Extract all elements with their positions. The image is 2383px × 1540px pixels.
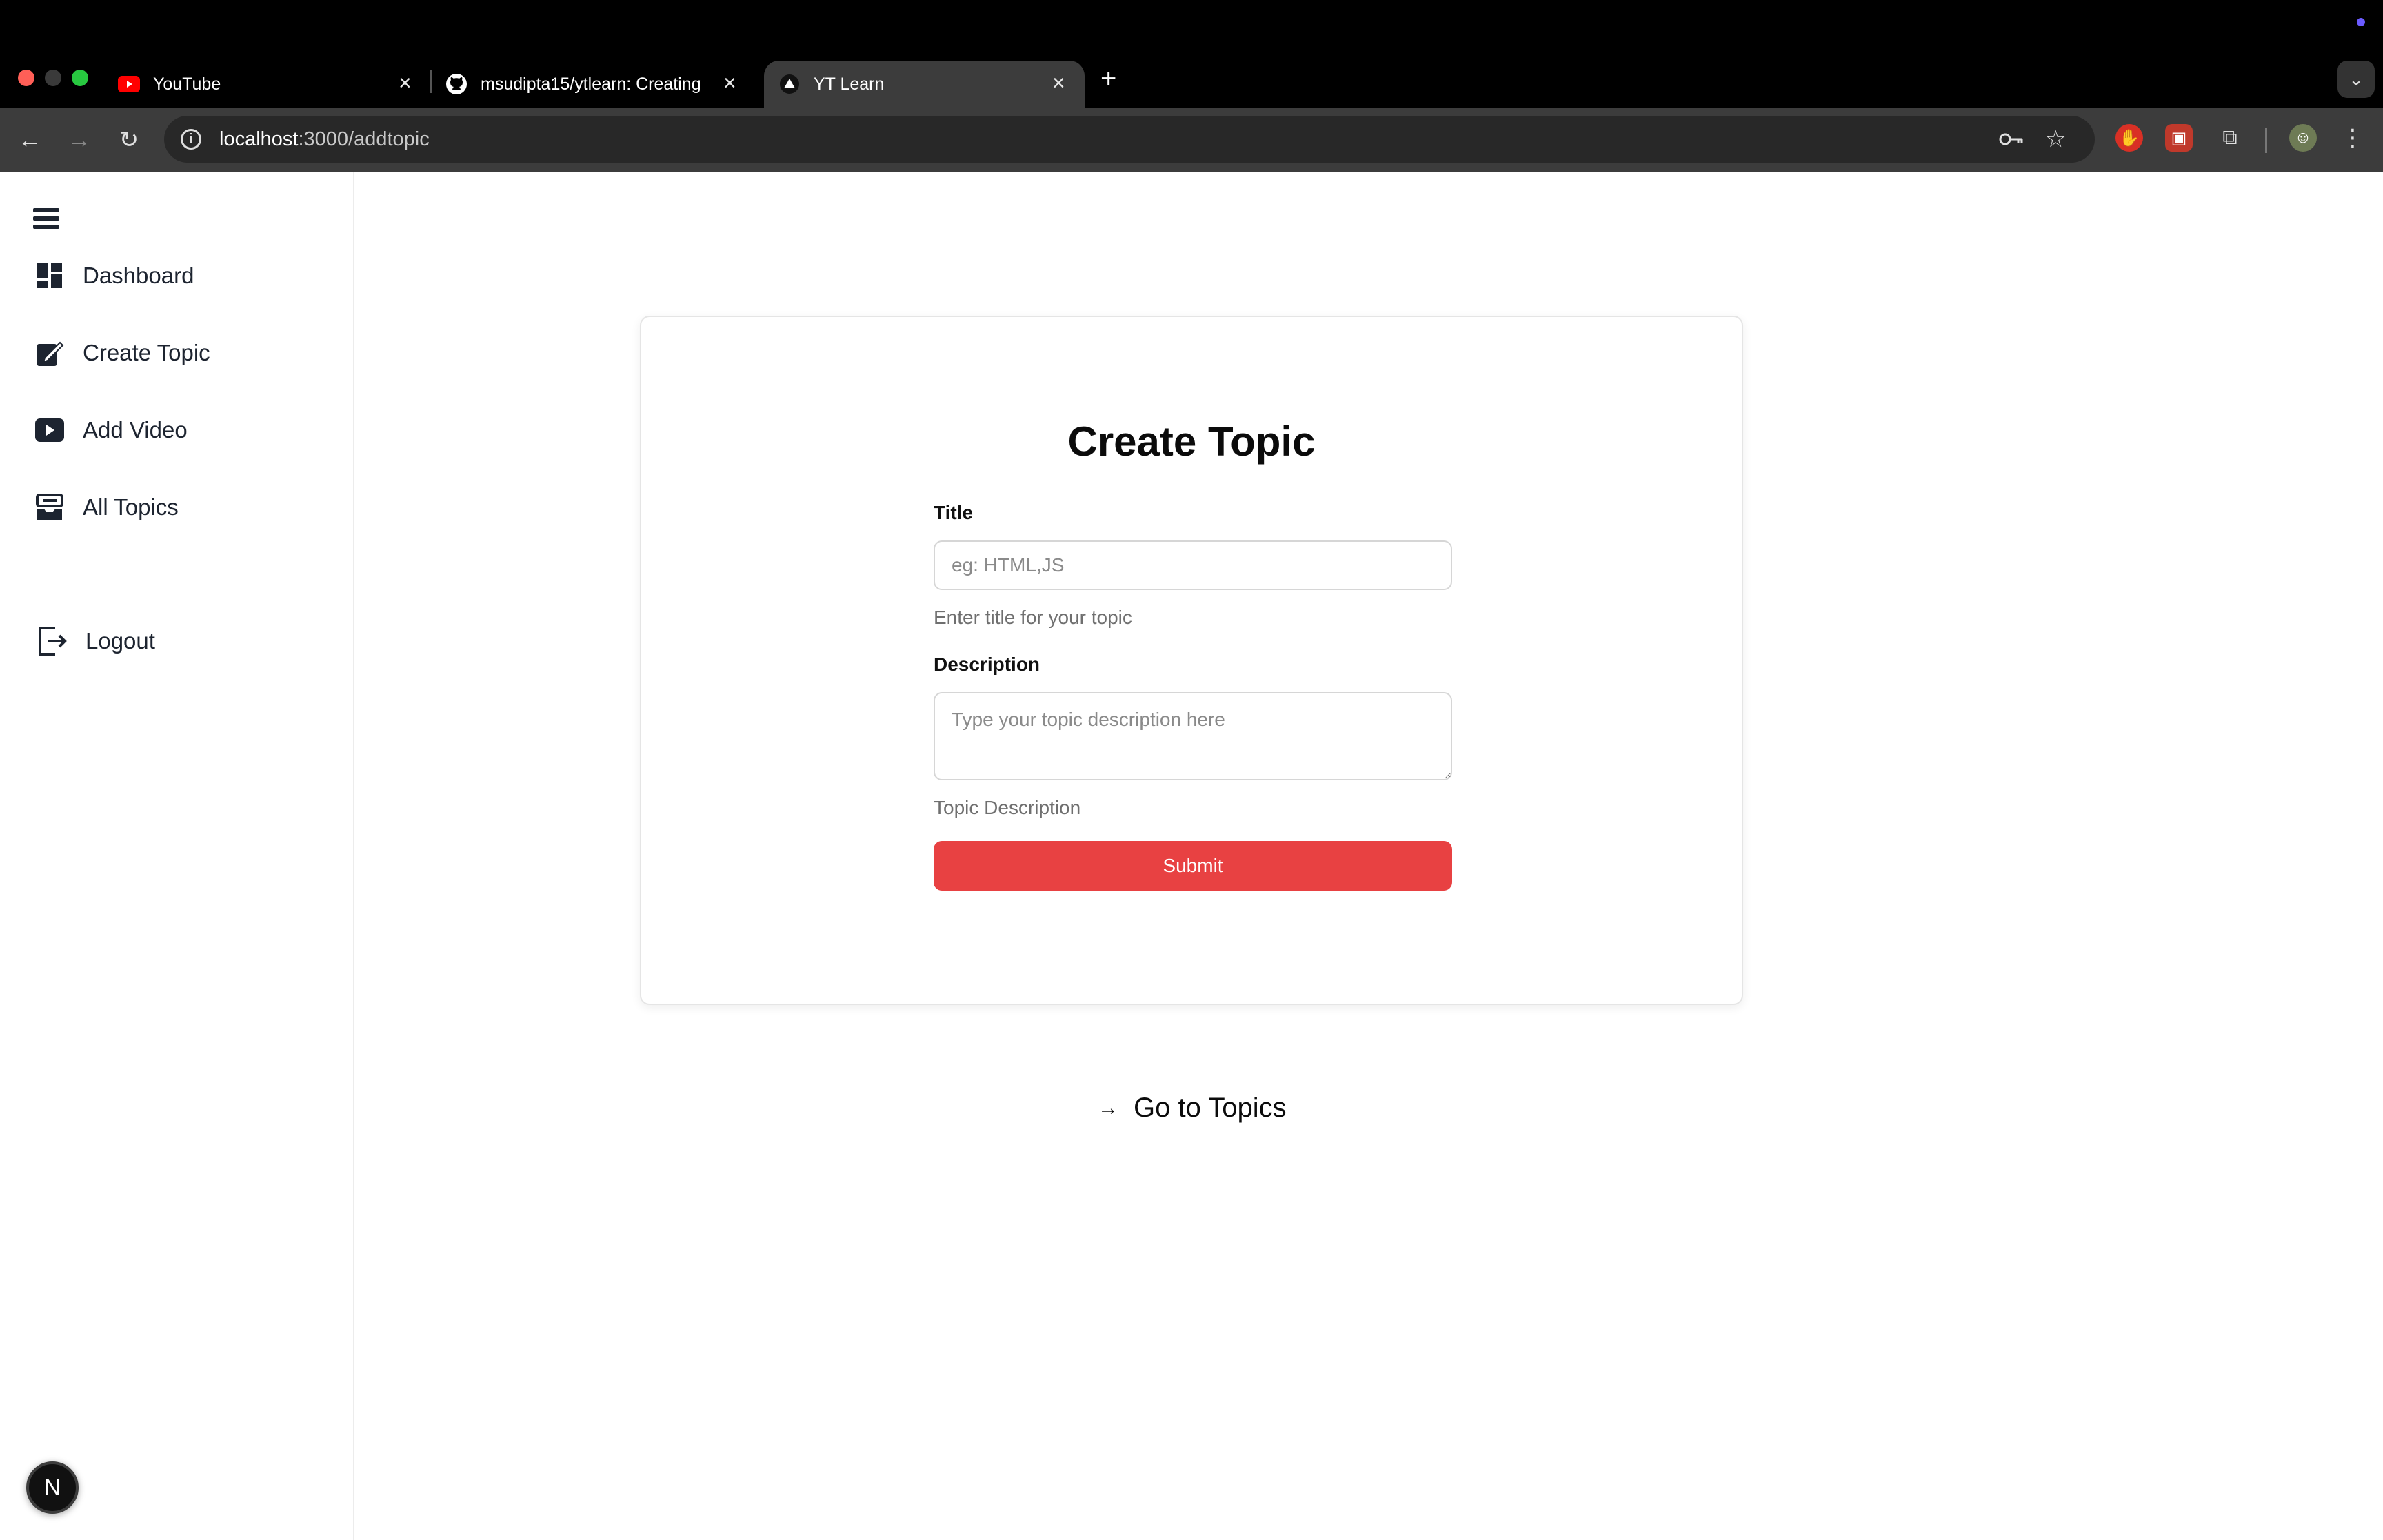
url-text[interactable]: localhost:3000/addtopic [219, 128, 430, 151]
sidebar-item-label: Dashboard [83, 263, 194, 288]
github-icon [445, 72, 468, 96]
tab-youtube[interactable]: YouTube × [117, 61, 421, 108]
arrow-right-icon: → [1098, 1096, 1118, 1119]
description-hint: Topic Description [934, 797, 1081, 818]
site-info-icon[interactable]: i [181, 129, 201, 150]
sidebar-item-label: Add Video [83, 417, 188, 443]
puzzle-icon[interactable]: ⧉ [2216, 124, 2244, 152]
tab-github[interactable]: msudipta15/ytlearn: Creating × [445, 61, 741, 108]
next-dev-badge[interactable]: N [26, 1461, 79, 1514]
sidebar-item-add-video[interactable]: Add Video [34, 415, 188, 445]
extension-image-icon[interactable]: ▣ [2165, 124, 2193, 152]
browser-titlebar: YouTube × msudipta15/ytlearn: Creating ×… [0, 0, 2383, 108]
submit-button[interactable]: Submit [934, 841, 1452, 891]
page-title: Create Topic [1067, 418, 1316, 465]
page: Dashboard Create Topic Add Video All Top… [0, 172, 2383, 1540]
toolbar-divider [2265, 128, 2267, 153]
triangle-icon [778, 72, 801, 96]
address-bar[interactable]: i localhost:3000/addtopic ☆ [164, 116, 2095, 163]
hamburger-menu-icon[interactable] [33, 208, 59, 229]
sidebar-item-all-topics[interactable]: All Topics [34, 492, 179, 523]
dashboard-icon [34, 261, 65, 291]
key-icon[interactable] [1998, 129, 2024, 154]
new-tab-icon[interactable]: + [1100, 63, 1116, 94]
reload-icon[interactable]: ↻ [113, 124, 145, 156]
window-minimize-button[interactable] [45, 70, 61, 86]
description-label: Description [934, 654, 1040, 675]
extension-red-icon[interactable]: ✋ [2115, 124, 2143, 152]
create-topic-card: Create Topic Title Enter title for your … [640, 316, 1743, 1005]
video-icon [34, 415, 65, 445]
sidebar-item-logout[interactable]: Logout [37, 626, 155, 656]
tab-close-icon[interactable]: × [399, 70, 412, 96]
go-to-topics-label: Go to Topics [1134, 1093, 1287, 1123]
forward-arrow-icon[interactable]: → [63, 124, 95, 156]
tab-separator [430, 70, 432, 93]
tab-yt-learn[interactable]: YT Learn × [764, 61, 1085, 108]
chevron-down-icon[interactable]: ⌄ [2337, 61, 2375, 98]
edit-icon [34, 338, 65, 368]
sidebar-item-label: Create Topic [83, 340, 210, 365]
sidebar: Dashboard Create Topic Add Video All Top… [0, 172, 354, 1540]
window-close-button[interactable] [18, 70, 34, 86]
go-to-topics-link[interactable]: → Go to Topics [1098, 1093, 1287, 1124]
back-arrow-icon[interactable]: ← [14, 124, 46, 156]
sidebar-item-label: All Topics [83, 494, 179, 520]
tab-title: YouTube [153, 74, 221, 94]
more-menu-icon[interactable]: ⋮ [2339, 124, 2366, 152]
sidebar-item-create-topic[interactable]: Create Topic [34, 338, 210, 368]
browser-toolbar: ← → ↻ i localhost:3000/addtopic ☆ ✋ ▣ ⧉ … [0, 108, 2383, 172]
sidebar-item-dashboard[interactable]: Dashboard [34, 261, 194, 291]
profile-dot [2357, 18, 2365, 26]
title-input[interactable] [934, 540, 1452, 590]
title-label: Title [934, 502, 974, 523]
window-maximize-button[interactable] [72, 70, 88, 86]
logout-icon [37, 626, 68, 656]
tab-close-icon[interactable]: × [723, 70, 736, 96]
avatar[interactable]: ☺ [2289, 124, 2317, 152]
sidebar-item-label: Logout [86, 628, 155, 654]
tab-title: msudipta15/ytlearn: Creating [481, 74, 701, 94]
title-hint: Enter title for your topic [934, 607, 1132, 628]
youtube-icon [117, 72, 141, 96]
tab-close-icon[interactable]: × [1052, 70, 1065, 96]
tab-title: YT Learn [814, 74, 885, 94]
star-icon[interactable]: ☆ [2045, 125, 2066, 153]
description-textarea[interactable] [934, 692, 1452, 780]
inbox-icon [34, 492, 65, 523]
